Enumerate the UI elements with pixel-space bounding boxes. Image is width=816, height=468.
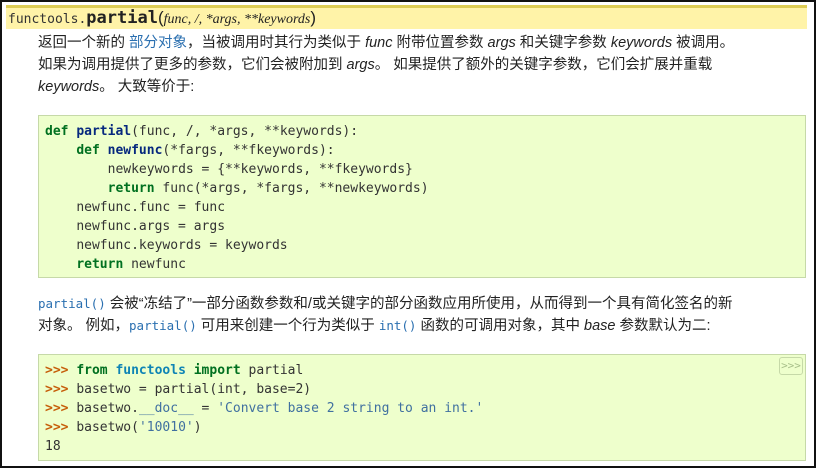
text: 函数的可调用对象，其中 xyxy=(416,318,585,334)
code-text: newfunc.args = args xyxy=(76,219,226,234)
code-line: def partial(func, /, *args, **keywords): xyxy=(45,122,805,141)
code-text: partial xyxy=(248,363,304,378)
module-name: functools xyxy=(115,363,194,378)
param-keywords: keywords xyxy=(610,35,673,51)
code-line: >>> basetwo.__doc__ = 'Convert base 2 st… xyxy=(45,399,805,418)
keyword: def xyxy=(45,124,77,139)
code-line: newfunc.keywords = keywords xyxy=(45,236,805,255)
desc2-line2: 对象。 例如，partial() 可用来创建一个行为类似于 int() 函数的可… xyxy=(38,315,808,337)
text: 对象。 例如， xyxy=(38,318,130,334)
code-line: def newfunc(*fargs, **fkeywords): xyxy=(45,141,805,160)
keyword: from xyxy=(76,363,116,378)
code-text: (func, /, *args, **keywords): xyxy=(131,124,359,139)
desc1-line1: 返回一个新的 部分对象，当被调用时其行为类似于 func 附带位置参数 args… xyxy=(38,32,808,54)
code-line: >>> from functools import partial xyxy=(45,361,805,380)
text: 被调用。 xyxy=(672,35,735,51)
keyword: def xyxy=(76,143,108,158)
prompt: >>> xyxy=(45,382,77,397)
text: ，当被调用时其行为类似于 xyxy=(187,35,366,51)
keyword: import xyxy=(193,363,249,378)
function-args: func, /, *args, **keywords xyxy=(163,12,311,27)
keyword: return xyxy=(76,257,132,272)
code-text: (*fargs, **fkeywords): xyxy=(162,143,335,158)
text: 返回一个新的 xyxy=(38,35,130,51)
code-line: newkeywords = {**keywords, **fkeywords} xyxy=(45,160,805,179)
code-text: basetwo( xyxy=(76,420,139,435)
code-line: newfunc.func = func xyxy=(45,198,805,217)
param-args: args xyxy=(346,57,375,73)
param-func: func xyxy=(365,35,393,51)
code-output: 18 xyxy=(45,437,805,456)
text: 和关键字参数 xyxy=(515,35,611,51)
text: 会被“冻结了”一部分函数参数和/或关键字的部分函数应用所使用，从而得到一个具有简… xyxy=(105,296,733,312)
prompt: >>> xyxy=(45,420,77,435)
code-text: basetwo = partial(int, base=2) xyxy=(76,382,312,397)
function-name: partial xyxy=(86,8,158,28)
code-line: >>> basetwo('10010') xyxy=(45,418,805,437)
prompt: >>> xyxy=(45,363,77,378)
code-text: basetwo. xyxy=(76,401,139,416)
param-keywords: keywords xyxy=(38,79,100,95)
close-paren: ) xyxy=(310,8,317,27)
code-line: return newfunc xyxy=(45,255,805,274)
desc1-line2: 如果为调用提供了更多的参数，它们会被附加到 args。 如果提供了额外的关键字参… xyxy=(38,54,808,76)
code-text: newfunc.keywords = keywords xyxy=(76,238,288,253)
code-line: return func(*args, *fargs, **newkeywords… xyxy=(45,179,805,198)
prompt: >>> xyxy=(45,401,77,416)
function-def-name: partial xyxy=(76,124,132,139)
module-prefix: functools. xyxy=(8,12,87,27)
code-text: newfunc xyxy=(131,257,186,272)
function-def-name: newfunc xyxy=(107,143,163,158)
partial-code-ref[interactable]: partial() xyxy=(129,318,197,333)
doc-frame: functools.partial(func, /, *args, **keyw… xyxy=(0,0,816,468)
string-literal: 'Convert base 2 string to an int.' xyxy=(217,401,484,416)
text: 参数默认为二: xyxy=(615,318,711,334)
param-base: base xyxy=(584,318,616,334)
code-text: func(*args, *fargs, **newkeywords) xyxy=(162,181,429,196)
text: 可用来创建一个行为类似于 xyxy=(196,318,379,334)
text: 如果为调用提供了更多的参数，它们会被附加到 xyxy=(38,57,347,73)
code-text: = xyxy=(193,401,218,416)
description-paragraph-1: 返回一个新的 部分对象，当被调用时其行为类似于 func 附带位置参数 args… xyxy=(38,32,808,98)
int-code-ref[interactable]: int() xyxy=(379,318,417,333)
desc2-line1: partial() 会被“冻结了”一部分函数参数和/或关键字的部分函数应用所使用… xyxy=(38,293,808,315)
code-block-equivalent: def partial(func, /, *args, **keywords):… xyxy=(38,115,806,278)
keyword: return xyxy=(107,181,163,196)
desc1-line3: keywords。 大致等价于: xyxy=(38,76,808,98)
code-line: newfunc.args = args xyxy=(45,217,805,236)
code-block-example: >>> >>> from functools import partial >>… xyxy=(38,354,806,461)
dunder-attr: __doc__ xyxy=(138,401,194,416)
function-signature: functools.partial(func, /, *args, **keyw… xyxy=(6,5,807,29)
partial-code-ref[interactable]: partial() xyxy=(38,296,106,311)
code-text: newfunc.func = func xyxy=(76,200,226,215)
partial-object-link[interactable]: 部分对象 xyxy=(129,35,187,51)
text: 。 如果提供了额外的关键字参数，它们会扩展并重载 xyxy=(374,57,713,73)
text: 附带位置参数 xyxy=(392,35,488,51)
code-text: ) xyxy=(193,420,202,435)
string-literal: '10010' xyxy=(138,420,194,435)
copy-button[interactable]: >>> xyxy=(779,357,803,375)
output-text: 18 xyxy=(45,439,61,454)
param-args: args xyxy=(487,35,516,51)
description-paragraph-2: partial() 会被“冻结了”一部分函数参数和/或关键字的部分函数应用所使用… xyxy=(38,293,808,337)
text: 。 大致等价于: xyxy=(99,79,195,95)
code-line: >>> basetwo = partial(int, base=2) xyxy=(45,380,805,399)
code-text: newkeywords = {**keywords, **fkeywords} xyxy=(107,162,413,177)
